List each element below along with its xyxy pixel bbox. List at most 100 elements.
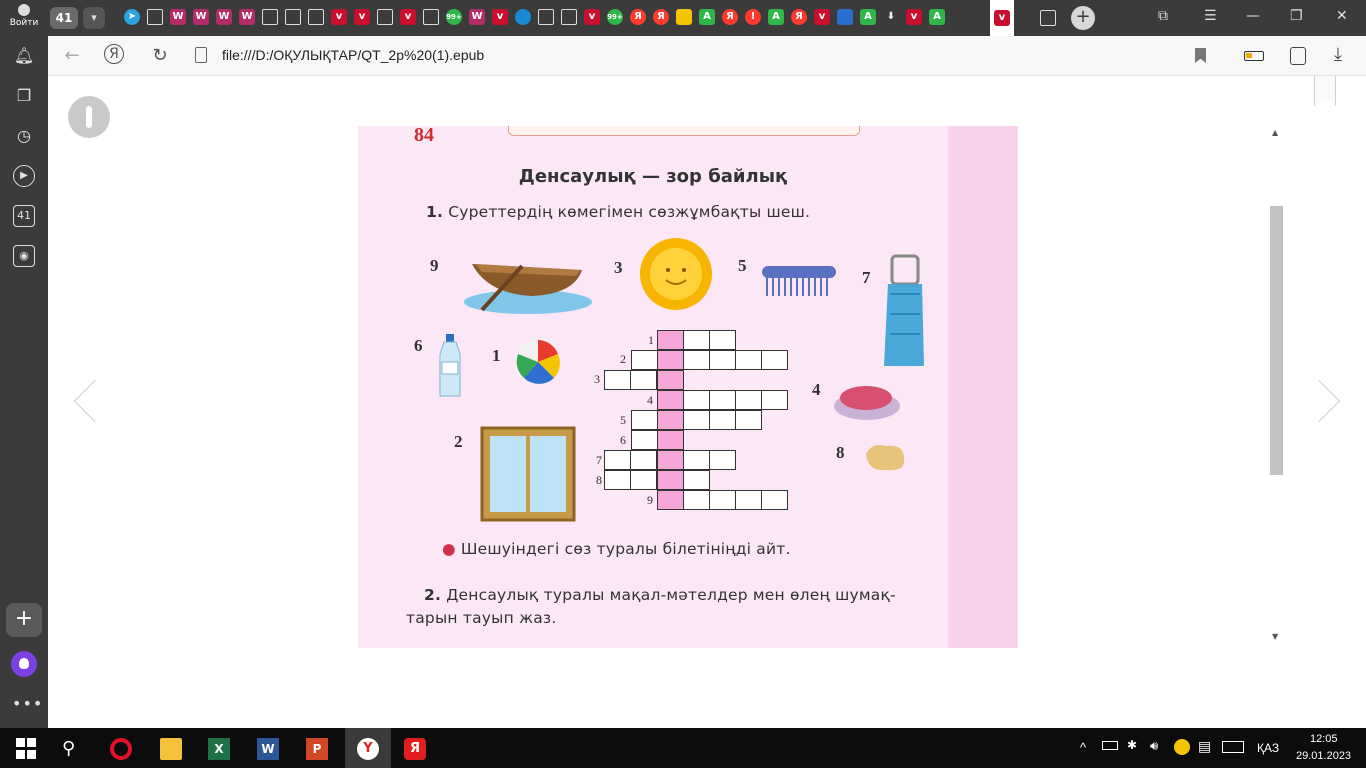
grid-cell[interactable] (657, 330, 684, 350)
keyboard-language[interactable]: ҚАЗ (1257, 741, 1279, 755)
collections-icon[interactable]: ❐ (13, 85, 35, 107)
login-button[interactable]: Войти (6, 3, 42, 33)
badge-99-icon[interactable]: 99+ (607, 9, 623, 25)
doc-icon[interactable] (561, 9, 577, 25)
red-v-icon[interactable]: v (584, 9, 600, 25)
grid-cell[interactable] (709, 350, 736, 370)
yandex-browser-icon[interactable]: Y (357, 738, 379, 760)
grid-cell[interactable] (709, 410, 736, 430)
image-icon[interactable] (676, 9, 692, 25)
doc-icon[interactable] (262, 9, 278, 25)
windows-start-icon[interactable] (16, 738, 38, 760)
close-button[interactable]: ✕ (1336, 8, 1348, 24)
grid-cell[interactable] (657, 450, 684, 470)
grid-cell[interactable] (657, 410, 684, 430)
grid-cell[interactable] (709, 490, 736, 510)
red-v-icon[interactable]: v (331, 9, 347, 25)
doc-icon[interactable] (423, 9, 439, 25)
grid-cell[interactable] (709, 330, 736, 350)
minimize-button[interactable]: — (1246, 8, 1260, 24)
download-icon[interactable]: ⬇ (883, 9, 899, 25)
doc-icon[interactable] (377, 9, 393, 25)
badge-99-icon[interactable]: 99+ (446, 9, 462, 25)
volume-icon[interactable]: 🔊︎ (1150, 738, 1158, 754)
pause-icon[interactable] (68, 96, 110, 138)
grid-cell[interactable] (683, 450, 710, 470)
grid-cell[interactable] (683, 490, 710, 510)
red-v-icon[interactable]: v (400, 9, 416, 25)
search-icon[interactable]: ⚲ (62, 738, 84, 760)
grid-cell[interactable] (761, 490, 788, 510)
red-v-icon[interactable]: v (814, 9, 830, 25)
grid-cell[interactable] (631, 430, 658, 450)
red-v-icon[interactable]: v (354, 9, 370, 25)
grid-cell[interactable] (709, 390, 736, 410)
magazine-icon[interactable]: W (239, 9, 255, 25)
tab-count-button[interactable]: 41 (50, 7, 78, 29)
bell-icon[interactable]: 🔔︎ (13, 45, 35, 67)
magazine-icon[interactable]: W (216, 9, 232, 25)
magazine-icon[interactable]: W (469, 9, 485, 25)
yandex-home-icon[interactable]: Я (104, 44, 124, 64)
screenshot-icon[interactable]: ◉ (13, 245, 35, 267)
tabs-count-icon[interactable]: 41 (13, 205, 35, 227)
keyboard-icon[interactable] (1222, 741, 1244, 753)
yandex-icon[interactable]: Я (404, 738, 426, 760)
grid-cell[interactable] (631, 410, 658, 430)
yandex-icon[interactable]: Я (791, 9, 807, 25)
menu-icon[interactable]: ☰ (1204, 8, 1217, 24)
alice-assistant-icon[interactable] (11, 651, 37, 677)
red-v-icon[interactable]: v (492, 9, 508, 25)
word-icon[interactable]: W (257, 738, 279, 760)
grid-cell[interactable] (657, 490, 684, 510)
grid-cell[interactable] (735, 390, 762, 410)
grid-cell[interactable] (630, 370, 657, 390)
grid-cell[interactable] (735, 410, 762, 430)
opera-icon[interactable] (110, 738, 132, 760)
url-field[interactable]: file:///D:/ОҚУЛЫҚТАР/QT_2p%20(1).epub (222, 47, 484, 63)
grid-cell[interactable] (657, 370, 684, 390)
security-icon[interactable] (1174, 739, 1190, 755)
extensions-icon[interactable] (1290, 47, 1306, 65)
download-icon[interactable]: ⤓ (1334, 44, 1342, 65)
active-tab[interactable]: v (990, 0, 1014, 36)
grid-cell[interactable] (683, 350, 710, 370)
grid-cell[interactable] (683, 330, 710, 350)
add-panel-button[interactable]: + (6, 603, 42, 637)
tray-chevron-icon[interactable]: ^ (1080, 740, 1086, 755)
yandex-icon[interactable]: Я (722, 9, 738, 25)
yandex-icon[interactable]: Я (653, 9, 669, 25)
doc-icon[interactable] (147, 9, 163, 25)
grid-cell[interactable] (630, 450, 657, 470)
green-a-icon[interactable]: A (768, 9, 784, 25)
grid-cell[interactable] (683, 390, 710, 410)
back-arrow-icon[interactable]: ← (60, 44, 84, 68)
reload-icon[interactable]: ↻ (148, 44, 172, 68)
telegram-icon[interactable]: ➤ (124, 9, 140, 25)
powerpoint-icon[interactable]: P (306, 738, 328, 760)
magazine-icon[interactable]: W (170, 9, 186, 25)
clock-date[interactable]: 29.01.2023 (1296, 750, 1351, 762)
chevron-down-icon[interactable]: ▾ (83, 7, 105, 29)
grid-cell[interactable] (657, 390, 684, 410)
grid-cell[interactable] (657, 430, 684, 450)
red-v-icon[interactable]: v (906, 9, 922, 25)
doc-icon[interactable] (285, 9, 301, 25)
grid-cell[interactable] (683, 470, 710, 490)
network-icon[interactable]: ✱ (1127, 738, 1137, 752)
restore-button[interactable]: ❐ (1290, 8, 1303, 24)
battery-saver-icon[interactable] (1244, 51, 1264, 61)
new-tab-button[interactable]: + (1071, 6, 1095, 30)
scroll-up-arrow-icon[interactable]: ▲ (1272, 128, 1278, 137)
globe-icon[interactable] (515, 9, 531, 25)
grid-cell[interactable] (657, 350, 684, 370)
grid-cell[interactable] (761, 390, 788, 410)
green-a-icon[interactable]: A (860, 9, 876, 25)
notification-icon[interactable]: ▤ (1198, 738, 1211, 755)
grid-cell[interactable] (630, 470, 657, 490)
tabs-manager-icon[interactable]: ⧉ (1158, 8, 1168, 24)
doc-icon[interactable] (1040, 10, 1056, 26)
magazine-icon[interactable]: W (193, 9, 209, 25)
doc-icon[interactable] (538, 9, 554, 25)
grid-cell[interactable] (604, 450, 631, 470)
